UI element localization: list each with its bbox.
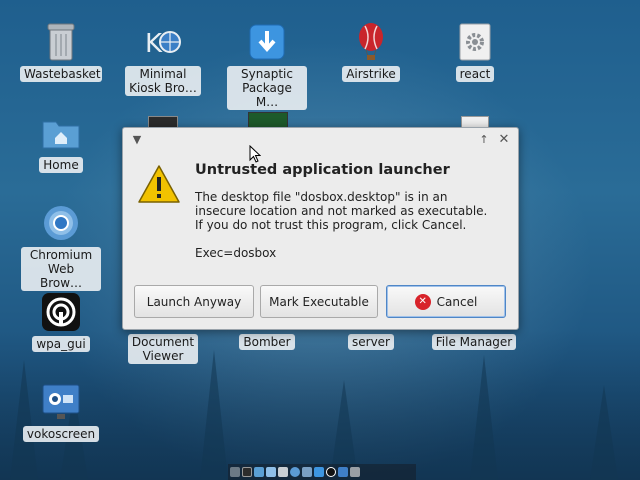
desktop-icon-label: Document Viewer <box>127 334 199 364</box>
cancel-icon: ✕ <box>414 293 431 310</box>
home-folder-icon <box>41 113 81 153</box>
desktop-icon-vokoscreen[interactable]: vokoscreen <box>21 382 101 442</box>
desktop-icon-minimal-kiosk[interactable]: K Minimal Kiosk Bro… <box>123 22 203 96</box>
trash-icon[interactable] <box>278 467 288 477</box>
window-menu-icon[interactable]: ▼ <box>129 131 145 147</box>
gear-file-icon <box>455 22 495 62</box>
balloon-icon <box>351 22 391 62</box>
desktop-icon-label: Home <box>39 157 83 173</box>
desktop-icon-label: Airstrike <box>342 66 400 82</box>
desktop-icon-label: wpa_gui <box>32 336 90 352</box>
message-line: The desktop file "dosbox.desktop" is in … <box>195 190 448 204</box>
launch-anyway-button[interactable]: Launch Anyway <box>134 285 254 318</box>
desktop-icon-label: File Manager <box>431 334 517 350</box>
desktop-icon-label: Bomber <box>239 334 295 350</box>
untrusted-launcher-dialog: ▼ ↑ ✕ Untrusted application launcher The… <box>122 127 519 330</box>
wifi-icon[interactable] <box>326 467 336 477</box>
desktop-icon-chromium[interactable]: Chromium Web Brow… <box>21 203 101 291</box>
maximize-arrow-icon[interactable]: ↑ <box>476 131 492 147</box>
synaptic-icon <box>247 22 287 62</box>
desktop-icon-label: server <box>348 334 394 350</box>
desktop-icon-wpa-gui[interactable]: wpa_gui <box>21 292 101 352</box>
vokoscreen-icon <box>41 382 81 422</box>
launch-anyway-label: Launch Anyway <box>146 294 242 309</box>
desktop-icon-label: Minimal Kiosk Bro… <box>125 66 201 96</box>
dialog-titlebar[interactable]: ▼ ↑ ✕ <box>123 128 518 150</box>
desktop-icon-label: Synaptic Package M… <box>227 66 307 110</box>
synaptic-icon[interactable] <box>314 467 324 477</box>
home-icon[interactable] <box>266 467 276 477</box>
warning-icon <box>137 164 181 207</box>
chromium-icon[interactable] <box>290 467 300 477</box>
desktop-icon-label: vokoscreen <box>22 426 100 442</box>
folder-icon[interactable] <box>254 467 264 477</box>
desktop-icon-wastebasket[interactable]: Wastebasket <box>20 22 102 82</box>
mark-executable-label: Mark Executable <box>269 294 369 309</box>
message-line: insecure location and not marked as exec… <box>195 204 488 218</box>
cancel-label: Cancel <box>436 294 478 309</box>
settings-icon[interactable] <box>350 467 360 477</box>
mouse-cursor-icon <box>249 144 262 166</box>
kiosk-browser-icon: K <box>143 22 183 62</box>
desktop-icon-airstrike[interactable]: Airstrike <box>331 22 411 82</box>
show-desktop-icon[interactable] <box>230 467 240 477</box>
vokoscreen-icon[interactable] <box>338 467 348 477</box>
mark-executable-button[interactable]: Mark Executable <box>260 285 378 318</box>
kiosk-browser-icon[interactable] <box>302 467 312 477</box>
cancel-button[interactable]: ✕ Cancel <box>386 285 506 318</box>
dialog-message: The desktop file "dosbox.desktop" is in … <box>195 190 515 232</box>
desktop-icon-label: Wastebasket <box>20 66 102 82</box>
chromium-icon <box>41 203 81 243</box>
desktop-icon-label: react <box>455 66 495 82</box>
taskbar <box>228 464 416 480</box>
desktop-icon-synaptic[interactable]: Synaptic Package M… <box>227 22 307 110</box>
exec-line: Exec=dosbox <box>195 246 277 260</box>
close-icon[interactable]: ✕ <box>496 131 512 147</box>
desktop-icon-label: Chromium Web Brow… <box>21 247 101 291</box>
trash-icon <box>41 22 81 62</box>
message-line: If you do not trust this program, click … <box>195 218 467 232</box>
terminal-icon[interactable] <box>242 467 252 477</box>
game-icon-partial <box>248 112 288 128</box>
dialog-title: Untrusted application launcher <box>195 162 450 178</box>
desktop-icon-react[interactable]: react <box>435 22 515 82</box>
desktop-icon-home[interactable]: Home <box>21 113 101 173</box>
wifi-icon <box>41 292 81 332</box>
